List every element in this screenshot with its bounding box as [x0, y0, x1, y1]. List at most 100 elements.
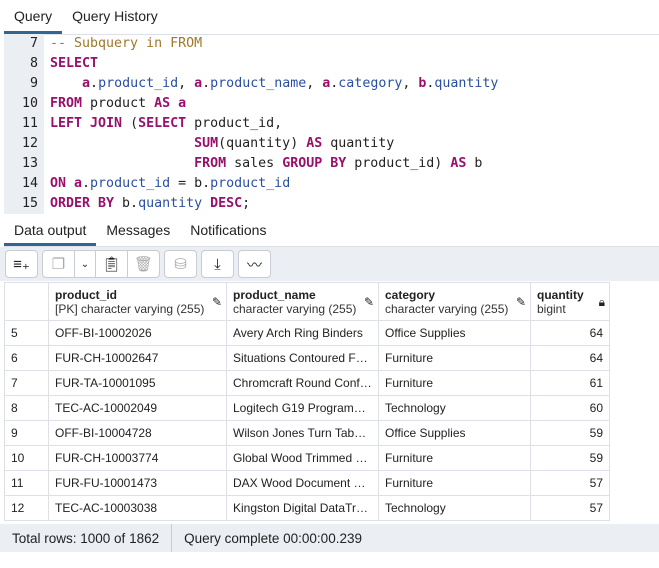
code-text: a.product_id, a.product_name, a.category…	[82, 76, 499, 91]
cell[interactable]: Furniture	[378, 470, 531, 496]
row-number: 7	[4, 370, 49, 396]
cell[interactable]: FUR-CH-10002647	[48, 345, 227, 371]
paste-icon[interactable]: 📋︎	[96, 251, 128, 277]
line-number: 10	[4, 94, 44, 114]
code-line: 15 ORDER BY b.quantity DESC;	[4, 194, 659, 214]
cell[interactable]: Technology	[378, 395, 531, 421]
pencil-icon[interactable]: ✎	[364, 295, 374, 309]
row-number: 11	[4, 470, 49, 496]
cell[interactable]: FUR-TA-10001095	[48, 370, 227, 396]
output-toolbar: ≡₊ ❐ ⌄ 📋︎ 🗑︎ ⛁ ⤓ 〰	[0, 247, 659, 281]
cell[interactable]: Wilson Jones Turn Tabs Binder Tool	[226, 420, 379, 446]
cell[interactable]: TEC-AC-10003038	[48, 495, 227, 521]
cell[interactable]: Global Wood Trimmed Manager's Task Chair	[226, 445, 379, 471]
status-bar: Total rows: 1000 of 1862 Query complete …	[0, 524, 659, 552]
query-status: Query complete 00:00:00.239	[184, 530, 362, 546]
cell[interactable]: Chromcraft Round Conference Tables	[226, 370, 379, 396]
code-text: ORDER BY b.quantity DESC;	[50, 196, 251, 211]
cell[interactable]: OFF-BI-10004728	[48, 420, 227, 446]
cell[interactable]: Kingston Digital DataTraveler 16GB USB 2…	[226, 495, 379, 521]
table-row[interactable]: 12 TEC-AC-10003038 Kingston Digital DataTr…	[4, 495, 610, 521]
column-name: product_id	[55, 287, 117, 302]
row-number: 10	[4, 445, 49, 471]
tab-messages[interactable]: Messages	[96, 216, 180, 246]
column-type: character varying (255)	[385, 301, 509, 316]
query-tabs: Query Query History	[4, 0, 659, 35]
row-number-header	[4, 282, 49, 321]
cell[interactable]: OFF-BI-10002026	[48, 320, 227, 346]
code-line: 12 SUM(quantity) AS quantity	[4, 134, 659, 154]
code-text: SUM(quantity) AS quantity	[194, 136, 395, 151]
cell[interactable]: FUR-CH-10003774	[48, 445, 227, 471]
download-icon[interactable]: ⤓	[202, 251, 233, 277]
cell[interactable]: Furniture	[378, 445, 531, 471]
pencil-icon[interactable]: ✎	[212, 295, 222, 309]
table-row[interactable]: 5 OFF-BI-10002026 Avery Arch Ring Binders O…	[4, 320, 610, 346]
column-header-category[interactable]: category character varying (255) ✎	[378, 282, 531, 321]
tab-query-history[interactable]: Query History	[62, 0, 168, 34]
graph-icon[interactable]: 〰	[239, 251, 270, 277]
column-name: product_name	[233, 287, 316, 302]
cell[interactable]: 57	[530, 470, 610, 496]
table-row[interactable]: 9 OFF-BI-10004728 Wilson Jones Turn Tabs B…	[4, 420, 610, 446]
tab-notifications[interactable]: Notifications	[180, 216, 276, 246]
save-data-icon[interactable]: ⛁	[165, 251, 196, 277]
cell[interactable]: 61	[530, 370, 610, 396]
cell[interactable]: Office Supplies	[378, 420, 531, 446]
total-rows: Total rows: 1000 of 1862	[12, 530, 160, 546]
data-grid: product_id [PK] character varying (255) ✎ p…	[4, 282, 659, 524]
add-row-icon[interactable]: ≡₊	[6, 251, 37, 277]
tab-query[interactable]: Query	[4, 0, 63, 34]
code-text: LEFT JOIN (SELECT product_id,	[50, 116, 283, 131]
cell[interactable]: 60	[530, 395, 610, 421]
code-text: -- Subquery in FROM	[50, 36, 203, 51]
cell[interactable]: DAX Wood Document Frame	[226, 470, 379, 496]
chevron-down-icon[interactable]: ⌄	[75, 251, 96, 277]
pencil-icon[interactable]: ✎	[516, 295, 526, 309]
table-row[interactable]: 6 FUR-CH-10002647 Situations Contoured Fol…	[4, 345, 610, 371]
tab-data-output[interactable]: Data output	[4, 216, 97, 246]
line-number: 14	[4, 174, 44, 194]
cell[interactable]: TEC-AC-10002049	[48, 395, 227, 421]
column-name: category	[385, 287, 436, 302]
cell[interactable]: 59	[530, 445, 610, 471]
row-number: 8	[4, 395, 49, 421]
cell[interactable]: Furniture	[378, 370, 531, 396]
cell[interactable]: Technology	[378, 495, 531, 521]
code-text: FROM product AS a	[50, 96, 187, 111]
cell[interactable]: FUR-FU-10001473	[48, 470, 227, 496]
code-line: 7 -- Subquery in FROM	[4, 34, 659, 54]
code-text: FROM sales GROUP BY product_id) AS b	[194, 156, 483, 171]
line-number: 9	[4, 74, 44, 94]
cell[interactable]: Situations Contoured Folding Chairs	[226, 345, 379, 371]
cell[interactable]: 59	[530, 420, 610, 446]
table-row[interactable]: 7 FUR-TA-10001095 Chromcraft Round Confere…	[4, 370, 610, 396]
code-line: 11 LEFT JOIN (SELECT product_id,	[4, 114, 659, 134]
sql-editor[interactable]: 7 -- Subquery in FROM 8 SELECT 9 a.product_i…	[4, 34, 659, 214]
column-header-quantity[interactable]: quantity bigint 🔒︎	[530, 282, 610, 321]
code-line: 13 FROM sales GROUP BY product_id) AS b	[4, 154, 659, 174]
column-type: [PK] character varying (255)	[55, 301, 205, 316]
table-row[interactable]: 10 FUR-CH-10003774 Global Wood Trimmed Man…	[4, 445, 610, 471]
code-line: 14 ON a.product_id = b.product_id	[4, 174, 659, 194]
cell[interactable]: 64	[530, 320, 610, 346]
cell[interactable]: Office Supplies	[378, 320, 531, 346]
column-name: quantity	[537, 287, 584, 302]
delete-icon[interactable]: 🗑︎	[128, 251, 159, 277]
cell[interactable]: Logitech G19 Programmable Gaming Keyboar…	[226, 395, 379, 421]
code-text: SELECT	[50, 56, 99, 71]
cell[interactable]: Avery Arch Ring Binders	[226, 320, 379, 346]
line-number: 7	[4, 34, 44, 54]
line-number: 12	[4, 134, 44, 154]
row-number: 6	[4, 345, 49, 371]
cell[interactable]: 57	[530, 495, 610, 521]
copy-icon[interactable]: ❐	[43, 251, 75, 277]
code-line: 8 SELECT	[4, 54, 659, 74]
cell[interactable]: 64	[530, 345, 610, 371]
column-type: bigint	[537, 301, 566, 316]
table-row[interactable]: 8TEC-AC-10002049Logitech G19 Programmabl…	[4, 395, 610, 421]
table-row[interactable]: 11 FUR-FU-10001473 DAX Wood Document Frame…	[4, 470, 610, 496]
column-header-product_id[interactable]: product_id [PK] character varying (255) ✎	[48, 282, 227, 321]
column-header-product_name[interactable]: product_name character varying (255) ✎	[226, 282, 379, 321]
cell[interactable]: Furniture	[378, 345, 531, 371]
